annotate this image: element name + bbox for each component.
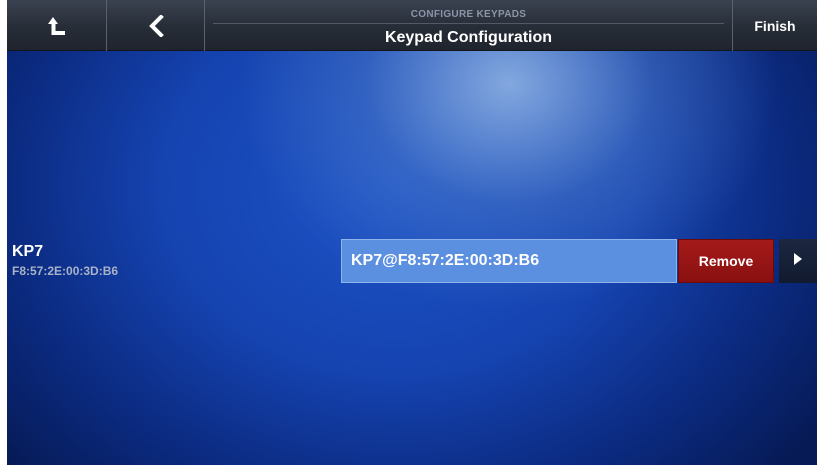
back-button[interactable] (107, 0, 205, 51)
finish-button[interactable]: Finish (733, 0, 817, 51)
page-subtitle: CONFIGURE KEYPADS (410, 9, 527, 20)
chevron-left-icon (148, 14, 164, 37)
screen: CONFIGURE KEYPADS Keypad Configuration F… (7, 0, 817, 465)
keypad-id-field[interactable]: KP7@F8:57:2E:00:3D:B6 (341, 239, 677, 283)
keypad-name: KP7 (12, 243, 44, 260)
home-button[interactable] (7, 0, 107, 51)
top-bar: CONFIGURE KEYPADS Keypad Configuration F… (7, 0, 817, 51)
play-arrow-icon (793, 252, 803, 270)
keypad-mac-address: F8:57:2E:00:3D:B6 (12, 264, 119, 278)
remove-button[interactable]: Remove (678, 239, 774, 283)
page-title: Keypad Configuration (384, 29, 553, 46)
title-divider (213, 23, 724, 24)
keypad-details-button[interactable] (779, 239, 817, 283)
up-arrow-icon (47, 15, 67, 37)
title-area: CONFIGURE KEYPADS Keypad Configuration (205, 0, 733, 51)
